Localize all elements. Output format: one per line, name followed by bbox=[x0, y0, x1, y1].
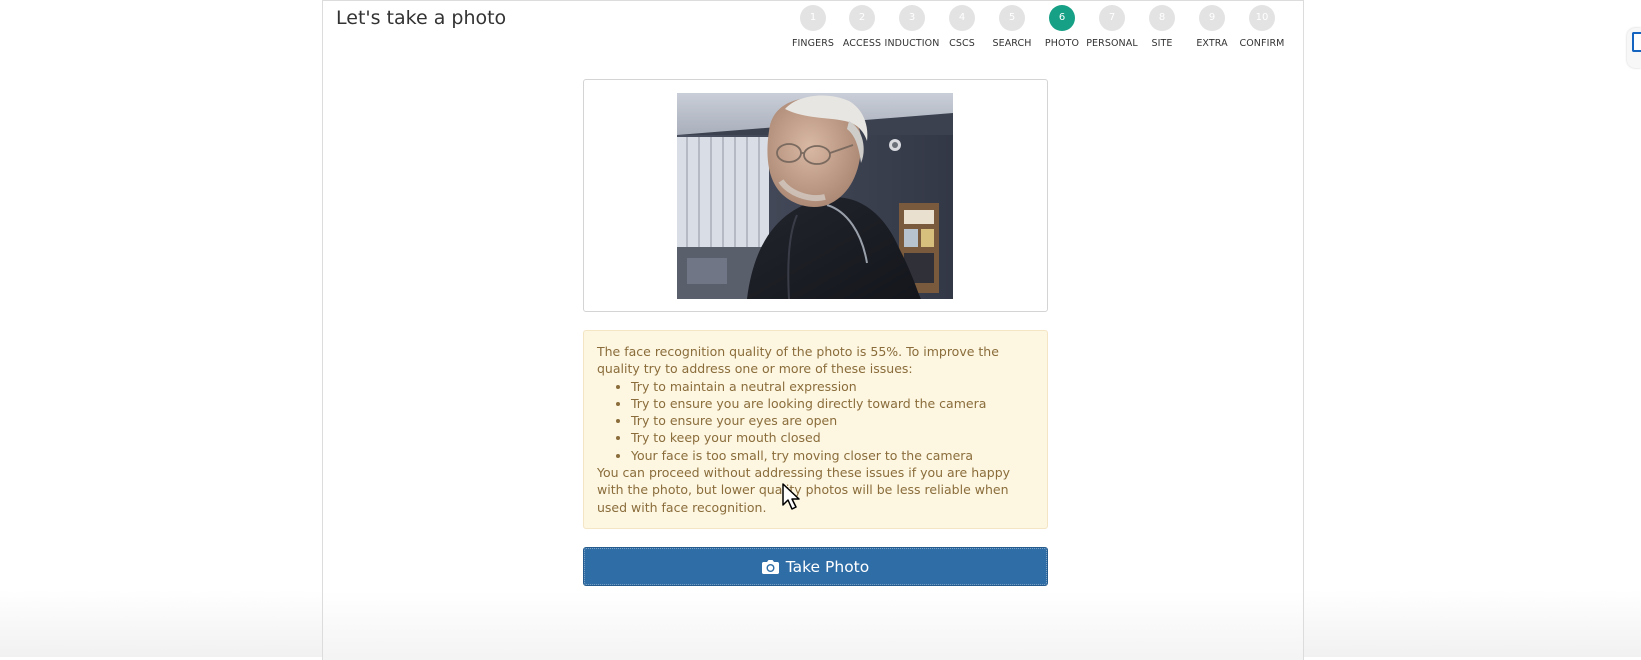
photo-preview-frame bbox=[583, 79, 1048, 312]
issue-item: Your face is too small, try moving close… bbox=[631, 447, 1034, 464]
step-number: 10 bbox=[1249, 5, 1275, 31]
step-confirm[interactable]: 10 CONFIRM bbox=[1222, 5, 1302, 49]
take-photo-button[interactable]: Take Photo bbox=[583, 547, 1048, 586]
step-indicator: 1 FINGERS 2 ACCESS 3 INDUCTION 4 CSCS 5 … bbox=[323, 1, 1303, 61]
wizard-panel: Let's take a photo 1 FINGERS 2 ACCESS 3 … bbox=[322, 0, 1304, 660]
side-panel-tab[interactable] bbox=[1627, 28, 1641, 68]
mouse-cursor-icon bbox=[782, 483, 800, 510]
captured-photo bbox=[677, 93, 953, 299]
issue-item: Try to keep your mouth closed bbox=[631, 429, 1034, 446]
camera-icon bbox=[761, 559, 779, 574]
step-label: CONFIRM bbox=[1239, 38, 1285, 49]
take-photo-label: Take Photo bbox=[785, 557, 870, 576]
issue-list: Try to maintain a neutral expression Try… bbox=[597, 378, 1034, 464]
collapse-arrow-icon bbox=[1632, 32, 1641, 52]
photo-quality-alert: The face recognition quality of the phot… bbox=[583, 330, 1048, 529]
alert-outro: You can proceed without addressing these… bbox=[597, 465, 1011, 515]
issue-item: Try to maintain a neutral expression bbox=[631, 378, 1034, 395]
issue-item: Try to ensure your eyes are open bbox=[631, 412, 1034, 429]
alert-intro: The face recognition quality of the phot… bbox=[597, 344, 999, 377]
issue-item: Try to ensure you are looking directly t… bbox=[631, 395, 1034, 412]
